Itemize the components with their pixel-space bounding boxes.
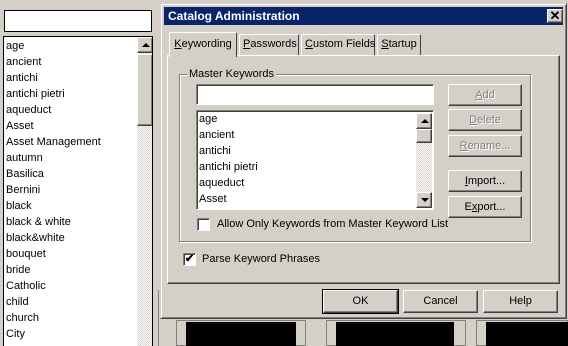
import-button[interactable]: Import...: [448, 170, 522, 192]
allow-only-checkbox[interactable]: [197, 218, 210, 231]
keyword-list-item[interactable]: Asset Management: [4, 134, 136, 150]
master-keywords-label: Master Keywords: [187, 67, 276, 81]
keyword-list-scrollbar[interactable]: [137, 37, 152, 346]
keyword-list-item[interactable]: child: [4, 294, 136, 310]
allow-only-label[interactable]: Allow Only Keywords from Master Keyword …: [217, 217, 448, 231]
rename-button[interactable]: Rename...: [448, 135, 522, 157]
keyword-list-item[interactable]: ancient: [4, 54, 136, 70]
ok-button[interactable]: OK: [322, 289, 399, 314]
master-list-scrollbar[interactable]: [416, 113, 432, 208]
help-button[interactable]: Help: [483, 290, 558, 313]
tab-startup[interactable]: Startup: [377, 34, 421, 55]
master-keyword-item[interactable]: antichi: [197, 143, 433, 159]
keyword-list-item[interactable]: church: [4, 310, 136, 326]
tab-passwords[interactable]: Passwords: [239, 34, 299, 55]
dialog-titlebar[interactable]: Catalog Administration ✕: [164, 7, 563, 25]
arrow-up-icon: [421, 119, 429, 123]
master-keyword-input[interactable]: [196, 84, 434, 105]
add-button[interactable]: Add: [448, 84, 522, 106]
thumbnail-image: [486, 322, 568, 346]
tab-custom-fields[interactable]: Custom Fields: [301, 34, 375, 55]
keyword-list-item[interactable]: aqueduct: [4, 102, 136, 118]
close-button[interactable]: ✕: [547, 8, 563, 23]
arrow-up-icon: [142, 43, 150, 47]
thumbnail-image: [336, 322, 454, 346]
scroll-down-button[interactable]: [416, 192, 432, 208]
catalog-admin-dialog: Catalog Administration ✕ Keywording Pass…: [160, 3, 567, 319]
parse-phrases-label[interactable]: Parse Keyword Phrases: [202, 252, 320, 266]
master-keyword-item[interactable]: age: [197, 111, 433, 127]
master-keyword-rows: age ancient antichi antichi pietri aqueduct A…: [197, 111, 433, 207]
keyword-list-item[interactable]: autumn: [4, 150, 136, 166]
thumbnail-image: [186, 322, 296, 346]
scroll-up-button[interactable]: [416, 113, 432, 129]
keyword-list-item[interactable]: antichi pietri: [4, 86, 136, 102]
keyword-list-item[interactable]: Basilica: [4, 166, 136, 182]
scroll-thumb[interactable]: [416, 129, 432, 143]
dialog-title: Catalog Administration: [168, 9, 300, 23]
scroll-thumb[interactable]: [137, 54, 152, 126]
master-keyword-item[interactable]: aqueduct: [197, 175, 433, 191]
keyword-list-item[interactable]: City: [4, 326, 136, 342]
keyword-list-item[interactable]: antichi: [4, 70, 136, 86]
close-icon: ✕: [549, 8, 561, 23]
keyword-list-rows: age ancient antichi antichi pietri aqueduct A…: [4, 38, 136, 342]
keyword-list-item[interactable]: bride: [4, 262, 136, 278]
check-icon: ✔: [184, 253, 195, 265]
master-keyword-item[interactable]: antichi pietri: [197, 159, 433, 175]
keyword-list-item[interactable]: black&white: [4, 230, 136, 246]
keyword-list-item[interactable]: black & white: [4, 214, 136, 230]
tab-keywording[interactable]: Keywording: [169, 32, 237, 57]
export-button[interactable]: Export...: [448, 196, 522, 218]
cancel-button[interactable]: Cancel: [403, 290, 478, 313]
keyword-list[interactable]: age ancient antichi antichi pietri aqueduct A…: [3, 36, 153, 346]
arrow-down-icon: [421, 198, 429, 202]
master-keyword-item[interactable]: Asset: [197, 191, 433, 207]
keyword-list-item[interactable]: Catholic: [4, 278, 136, 294]
keyword-list-item[interactable]: age: [4, 38, 136, 54]
keyword-list-item[interactable]: bouquet: [4, 246, 136, 262]
keyword-search-input[interactable]: [4, 10, 152, 32]
scroll-up-button[interactable]: [137, 37, 152, 53]
keyword-list-item[interactable]: Bernini: [4, 182, 136, 198]
parse-phrases-checkbox[interactable]: ✔: [183, 253, 196, 266]
keyword-list-item[interactable]: Asset: [4, 118, 136, 134]
master-keyword-list[interactable]: age ancient antichi antichi pietri aqueduct A…: [196, 110, 434, 210]
delete-button[interactable]: Delete: [448, 109, 522, 131]
keyword-list-item[interactable]: black: [4, 198, 136, 214]
master-keyword-item[interactable]: ancient: [197, 127, 433, 143]
